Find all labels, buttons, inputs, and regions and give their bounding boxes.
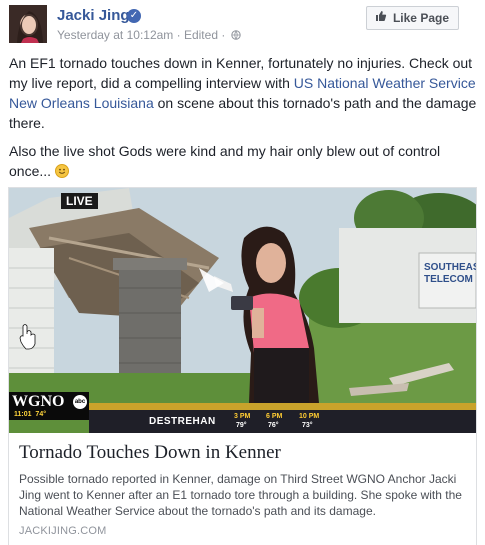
forecast-temp-2: 76°: [268, 422, 279, 429]
station-time-temp: 11:01 74°: [14, 411, 47, 418]
like-page-button[interactable]: Like Page: [365, 6, 459, 30]
ticker-gold-bar: [89, 403, 476, 410]
card-title[interactable]: Tornado Touches Down in Kenner: [19, 442, 281, 464]
station-bug: WGNO abc 11:01 74°: [9, 392, 89, 420]
forecast-temp-1: 79°: [236, 422, 247, 429]
link-preview-card[interactable]: SOUTHEAS TELECOM LIVE DESTREHAN 3 PM 79°…: [8, 187, 477, 545]
globe-icon: [229, 28, 241, 42]
author-name[interactable]: Jacki Jing: [57, 7, 130, 24]
ticker-city: DESTREHAN: [149, 416, 216, 427]
like-page-label: Like Page: [392, 11, 449, 25]
post-body: An EF1 tornado touches down in Kenner, f…: [9, 53, 479, 189]
weather-ticker: DESTREHAN 3 PM 79° 6 PM 76° 10 PM 73°: [89, 410, 476, 433]
avatar-image: [9, 5, 47, 43]
card-domain: JACKIJING.COM: [19, 525, 107, 537]
verified-badge-icon: ✓: [127, 9, 141, 23]
facebook-post: Jacki Jing ✓ Yesterday at 10:12am · Edit…: [0, 0, 485, 545]
post-paragraph-2: Also the live shot Gods were kind and my…: [9, 143, 441, 179]
store-sign-line1: SOUTHEAS: [424, 262, 476, 273]
post-paragraph-1: An EF1 tornado touches down in Kenner, f…: [9, 55, 477, 131]
like-thumb-icon: [375, 6, 387, 30]
network-badge: abc: [73, 395, 87, 409]
avatar[interactable]: [9, 5, 47, 43]
station-logo: WGNO: [12, 393, 65, 410]
forecast-time-3: 10 PM: [299, 413, 320, 420]
card-description: Possible tornado reported in Kenner, dam…: [19, 472, 462, 518]
video-thumbnail[interactable]: SOUTHEAS TELECOM LIVE DESTREHAN 3 PM 79°…: [9, 188, 476, 433]
forecast-time-1: 3 PM: [234, 413, 251, 420]
live-badge: LIVE: [61, 193, 98, 209]
smile-emoji-icon: [54, 164, 69, 178]
store-sign-line2: TELECOM: [424, 274, 473, 285]
forecast-temp-3: 73°: [302, 422, 313, 429]
post-timestamp[interactable]: Yesterday at 10:12am · Edited ·: [57, 28, 225, 42]
post-meta: Yesterday at 10:12am · Edited ·: [57, 28, 241, 42]
forecast-time-2: 6 PM: [266, 413, 283, 420]
